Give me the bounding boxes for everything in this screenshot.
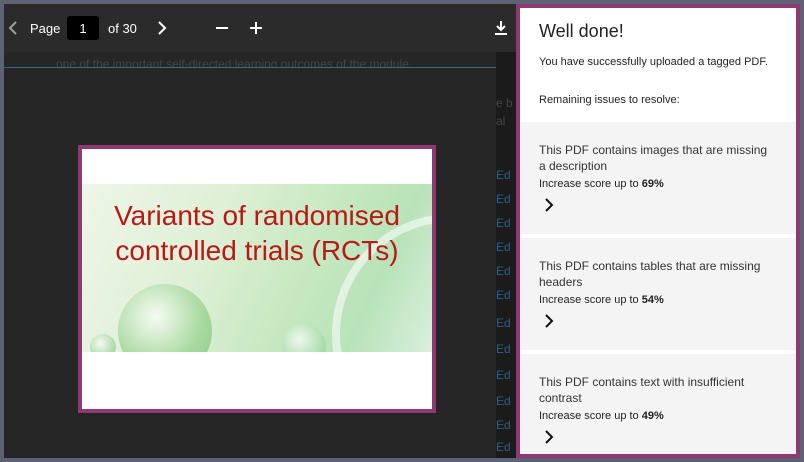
- slide-image: Variants of randomised controlled trials…: [82, 184, 432, 352]
- side-link[interactable]: Ed: [496, 192, 511, 206]
- side-link[interactable]: Ed: [496, 264, 511, 278]
- side-link[interactable]: Ed: [496, 368, 511, 382]
- chevron-left-icon: [8, 21, 17, 35]
- plus-icon: [250, 22, 262, 34]
- accessibility-panel: Well done! You have successfully uploade…: [516, 4, 800, 458]
- issue-score: Increase score up to 49%: [539, 410, 664, 422]
- pdf-page-edge: one of the important self-directed learn…: [4, 56, 496, 68]
- side-text: e b: [496, 96, 513, 110]
- side-link[interactable]: Ed: [496, 418, 511, 432]
- next-page-button[interactable]: [154, 4, 170, 52]
- side-link[interactable]: Ed: [496, 168, 511, 182]
- pdf-viewer: Page of 30 one of the important self-dir…: [4, 4, 516, 458]
- page-text: one of the important self-directed learn…: [56, 57, 413, 68]
- side-link[interactable]: Ed: [496, 316, 511, 330]
- issue-card-tables[interactable]: This PDF contains tables that are missin…: [520, 238, 796, 350]
- issue-card-images[interactable]: This PDF contains images that are missin…: [520, 122, 796, 234]
- side-link[interactable]: Ed: [496, 394, 511, 408]
- download-button[interactable]: [491, 4, 511, 52]
- zoom-out-button[interactable]: [212, 4, 232, 52]
- issue-score: Increase score up to 69%: [539, 178, 664, 190]
- remaining-issues-label: Remaining issues to resolve:: [539, 94, 680, 106]
- side-link[interactable]: Ed: [496, 288, 511, 302]
- page-side-strip: e b al Ed Ed Ed Ed Ed Ed Ed Ed Ed Ed Ed …: [496, 52, 516, 458]
- panel-title: Well done!: [539, 21, 624, 41]
- slide-title-line: controlled trials (RCTs): [115, 235, 399, 266]
- page-number-input[interactable]: [67, 16, 99, 40]
- page-label: Page: [30, 20, 61, 36]
- highlighted-image[interactable]: Variants of randomised controlled trials…: [78, 145, 436, 413]
- issue-score: Increase score up to 54%: [539, 294, 664, 306]
- chevron-right-icon[interactable]: [542, 430, 556, 444]
- issue-description: This PDF contains text with insufficient…: [539, 375, 745, 405]
- chevron-right-icon[interactable]: [542, 198, 556, 212]
- viewer-toolbar: Page of 30: [4, 4, 516, 52]
- download-icon: [495, 21, 507, 35]
- slide-title: Variants of randomised controlled trials…: [82, 198, 432, 268]
- side-link[interactable]: Ed: [496, 342, 511, 356]
- app-frame: Page of 30 one of the important self-dir…: [4, 4, 800, 458]
- chevron-right-icon: [158, 21, 167, 35]
- side-link[interactable]: Ed: [496, 440, 511, 454]
- chevron-right-icon[interactable]: [542, 314, 556, 328]
- zoom-in-button[interactable]: [246, 4, 266, 52]
- issue-description: This PDF contains tables that are missin…: [539, 259, 761, 289]
- side-text: al: [496, 114, 506, 128]
- issue-card-contrast[interactable]: This PDF contains text with insufficient…: [520, 354, 796, 454]
- side-link[interactable]: Ed: [496, 216, 511, 230]
- minus-icon: [216, 27, 228, 29]
- score-value: 54%: [641, 294, 664, 306]
- side-link[interactable]: Ed: [496, 240, 511, 254]
- success-message: You have successfully uploaded a tagged …: [539, 56, 768, 68]
- slide-title-line: Variants of randomised: [114, 200, 400, 231]
- issue-description: This PDF contains images that are missin…: [539, 143, 768, 173]
- decorative-bubble: [282, 324, 326, 352]
- decorative-bubble: [118, 284, 212, 352]
- score-value: 69%: [641, 178, 664, 190]
- decorative-bubble: [90, 334, 116, 352]
- score-value: 49%: [641, 410, 664, 422]
- page-count-label: of 30: [108, 20, 137, 36]
- previous-page-button[interactable]: [6, 4, 20, 52]
